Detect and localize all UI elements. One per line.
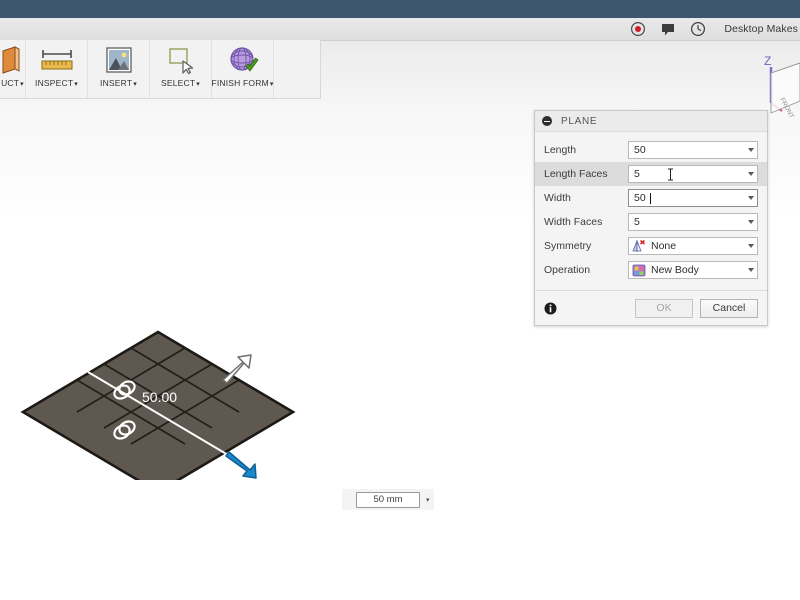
value-operation: New Body bbox=[651, 264, 699, 276]
select-cursor-icon bbox=[166, 44, 196, 76]
ribbon-item-inspect[interactable]: INSPECT▾ bbox=[26, 40, 88, 98]
application-header: Desktop Makes bbox=[0, 18, 800, 41]
plane-dialog-body: Length 50 Length Faces 5 Width 50 Width … bbox=[535, 132, 767, 290]
canvas-dimension-input[interactable]: 50 mm ▾ bbox=[342, 489, 434, 510]
label-length-faces: Length Faces bbox=[544, 168, 608, 180]
symmetry-none-icon bbox=[632, 239, 645, 252]
value-width: 50 bbox=[634, 192, 646, 204]
history-clock-icon[interactable] bbox=[690, 21, 706, 37]
input-width[interactable]: 50 bbox=[628, 189, 758, 207]
ok-button[interactable]: OK bbox=[635, 298, 693, 318]
value-width-group: 50 bbox=[629, 192, 651, 204]
chevron-down-icon-length[interactable] bbox=[748, 148, 754, 152]
record-icon[interactable] bbox=[630, 21, 646, 37]
ribbon-label-insert: INSERT▾ bbox=[100, 78, 137, 88]
value-length-faces: 5 bbox=[634, 168, 640, 180]
account-name-label[interactable]: Desktop Makes bbox=[720, 23, 798, 35]
header-right-group: Desktop Makes bbox=[630, 18, 800, 40]
ribbon-item-finish-form[interactable]: FINISH FORM▾ bbox=[211, 40, 274, 98]
chevron-down-icon-width-faces[interactable] bbox=[748, 220, 754, 224]
ribbon-label-select: SELECT▾ bbox=[161, 78, 200, 88]
inspect-ruler-icon bbox=[39, 44, 75, 76]
field-row-symmetry[interactable]: Symmetry None bbox=[535, 234, 767, 258]
input-length[interactable]: 50 bbox=[628, 141, 758, 159]
field-row-width-faces[interactable]: Width Faces 5 bbox=[535, 210, 767, 234]
window-titlebar bbox=[0, 0, 800, 18]
field-row-width[interactable]: Width 50 bbox=[535, 186, 767, 210]
ribbon-item-select[interactable]: SELECT▾ bbox=[150, 40, 212, 98]
field-row-length-faces[interactable]: Length Faces 5 bbox=[535, 162, 767, 186]
chevron-down-icon-length-faces[interactable] bbox=[748, 172, 754, 176]
ribbon-label-inspect: INSPECT▾ bbox=[35, 78, 78, 88]
plane-dialog[interactable]: PLANE Length 50 Length Faces 5 Width 50 … bbox=[534, 110, 768, 326]
width-arrow-blue[interactable] bbox=[225, 451, 257, 479]
plane-dialog-header[interactable]: PLANE bbox=[535, 111, 767, 132]
dialog-button-group: OK Cancel bbox=[635, 298, 758, 318]
ribbon-label-construct: UCT▾ bbox=[1, 78, 24, 88]
dimension-input-field[interactable]: 50 mm bbox=[356, 491, 420, 508]
ribbon-item-insert[interactable]: INSERT▾ bbox=[88, 40, 150, 98]
plane-dialog-footer: OK Cancel bbox=[535, 290, 767, 325]
comment-icon[interactable] bbox=[660, 21, 676, 37]
construct-plane-icon bbox=[1, 44, 25, 76]
dimension-value-label: 50.00 bbox=[142, 389, 177, 405]
text-caret bbox=[649, 192, 651, 204]
value-symmetry: None bbox=[651, 240, 677, 252]
finish-form-icon bbox=[227, 44, 259, 76]
field-row-operation[interactable]: Operation New Body bbox=[535, 258, 767, 282]
plane-dialog-title: PLANE bbox=[561, 115, 598, 127]
ribbon-label-finish-form: FINISH FORM▾ bbox=[211, 78, 274, 88]
ribbon-toolbar: UCT▾ INSPECT▾ INSERT▾ SELECT▾ FINISH FOR… bbox=[0, 40, 321, 99]
plane-model[interactable]: 50.00 bbox=[10, 280, 310, 480]
collapse-minus-icon[interactable] bbox=[542, 116, 552, 126]
cancel-button[interactable]: Cancel bbox=[700, 298, 758, 318]
viewcube-axis-label: Z bbox=[764, 54, 771, 68]
label-width-faces: Width Faces bbox=[544, 216, 603, 228]
dimension-dropdown-caret[interactable]: ▾ bbox=[426, 496, 430, 504]
chevron-down-icon-operation[interactable] bbox=[748, 268, 754, 272]
chevron-down-icon-width[interactable] bbox=[748, 196, 754, 200]
plane-surface[interactable] bbox=[20, 330, 296, 480]
label-width: Width bbox=[544, 192, 571, 204]
label-length: Length bbox=[544, 144, 577, 156]
text-cursor-icon bbox=[668, 168, 673, 181]
ribbon-item-construct[interactable]: UCT▾ bbox=[0, 40, 26, 98]
info-icon[interactable] bbox=[544, 302, 557, 315]
value-width-faces: 5 bbox=[634, 216, 640, 228]
new-body-icon bbox=[632, 264, 646, 277]
label-symmetry: Symmetry bbox=[544, 240, 592, 252]
input-width-faces[interactable]: 5 bbox=[628, 213, 758, 231]
input-length-faces[interactable]: 5 bbox=[628, 165, 758, 183]
value-length: 50 bbox=[634, 144, 646, 156]
chevron-down-icon-symmetry[interactable] bbox=[748, 244, 754, 248]
insert-image-icon bbox=[104, 44, 134, 76]
application-window: Z FRONT 50.00 50 mm ▾ Desktop Makes UCT▾… bbox=[0, 0, 800, 600]
label-operation: Operation bbox=[544, 264, 591, 276]
dropdown-operation[interactable]: New Body bbox=[628, 261, 758, 279]
field-row-length[interactable]: Length 50 bbox=[535, 138, 767, 162]
dropdown-symmetry[interactable]: None bbox=[628, 237, 758, 255]
